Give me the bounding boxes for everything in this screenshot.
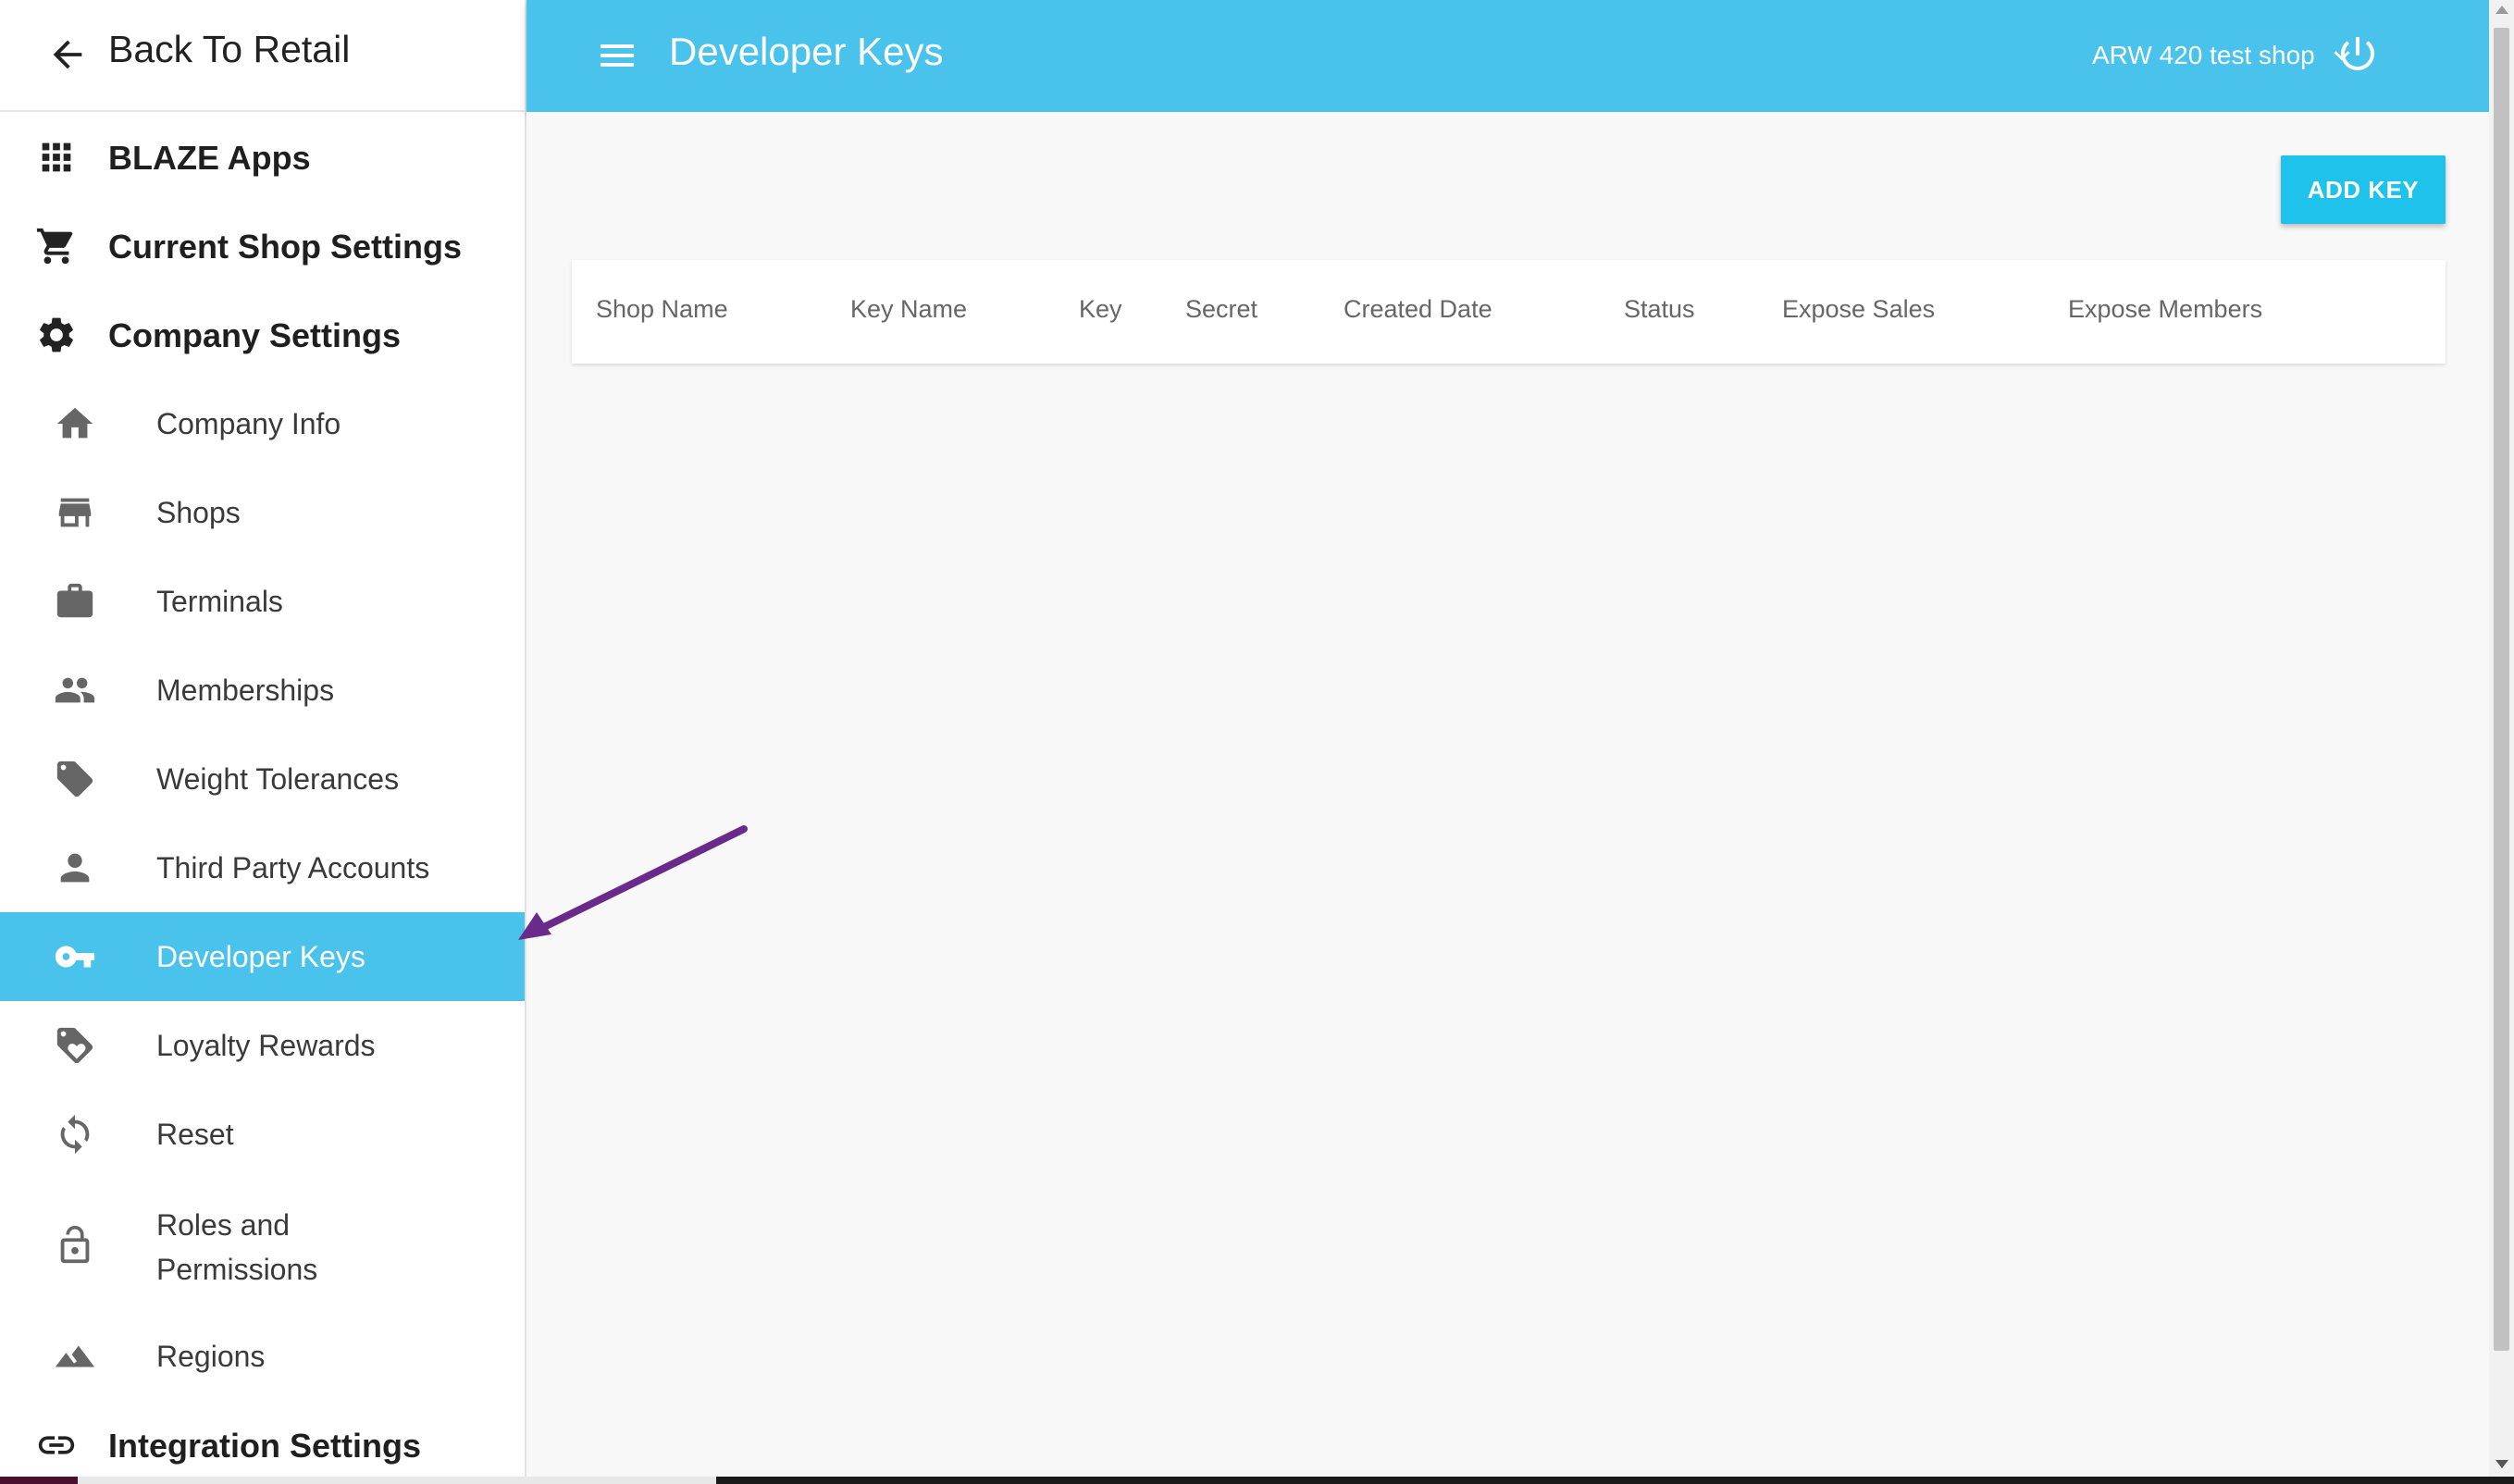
- roles-label-line1: Roles and: [156, 1208, 291, 1242]
- sidebar-item-company-info[interactable]: Company Info: [0, 394, 525, 453]
- scroll-down-arrow-icon[interactable]: [2495, 1460, 2508, 1468]
- app-root: Back To Retail BLAZE Apps Current Shop S…: [0, 0, 2514, 1484]
- column-header-expose-members[interactable]: Expose Members: [2068, 295, 2262, 324]
- scroll-thumb[interactable]: [2494, 28, 2509, 1351]
- sidebar-item-developer-keys[interactable]: Developer Keys: [0, 912, 525, 1001]
- sidebar-item-current-shop-settings[interactable]: Current Shop Settings: [0, 216, 525, 276]
- horizontal-scroll-thumb[interactable]: [78, 1477, 716, 1484]
- sidebar-item-label: Loyalty Rewards: [156, 1029, 376, 1062]
- people-icon: [54, 669, 96, 711]
- roles-label-line2: Permissions: [156, 1253, 318, 1286]
- column-header-key-name[interactable]: Key Name: [850, 295, 967, 324]
- sidebar-item-company-settings[interactable]: Company Settings: [0, 305, 525, 365]
- tag-icon: [54, 758, 96, 800]
- sidebar-item-label: Regions: [156, 1340, 266, 1373]
- hamburger-menu-icon[interactable]: [595, 33, 639, 78]
- sidebar-item-label: Company Settings: [108, 316, 402, 354]
- column-header-shop-name[interactable]: Shop Name: [596, 295, 728, 324]
- sidebar-item-label: Shops: [156, 496, 241, 529]
- key-icon: [54, 935, 96, 978]
- sidebar-item-regions[interactable]: Regions: [0, 1327, 525, 1386]
- gear-icon: [35, 314, 78, 356]
- sidebar-item-label: BLAZE Apps: [108, 139, 311, 177]
- sidebar-item-label: Reset: [156, 1118, 234, 1151]
- link-icon: [35, 1424, 78, 1466]
- developer-keys-table: Shop Name Key Name Key Secret Created Da…: [572, 260, 2446, 364]
- sidebar-item-label: Terminals: [156, 585, 283, 618]
- sidebar-item-integration-settings[interactable]: Integration Settings: [0, 1416, 525, 1475]
- add-key-button[interactable]: ADD KEY: [2281, 155, 2446, 224]
- sidebar-item-label: Third Party Accounts: [156, 851, 430, 884]
- back-to-retail-link[interactable]: Back To Retail: [0, 0, 525, 112]
- column-header-created-date[interactable]: Created Date: [1344, 295, 1492, 324]
- column-header-key[interactable]: Key: [1079, 295, 1122, 324]
- arrow-left-icon: [46, 33, 89, 76]
- sidebar: Back To Retail BLAZE Apps Current Shop S…: [0, 0, 526, 1477]
- vertical-scrollbar[interactable]: [2489, 0, 2514, 1477]
- shop-selector-dropdown[interactable]: ARW 420 test shop: [2092, 33, 2358, 78]
- cart-icon: [35, 225, 78, 267]
- sidebar-item-label-multiline: Roles and Permissions: [156, 1203, 317, 1292]
- top-app-bar: Developer Keys ARW 420 test shop: [526, 0, 2489, 112]
- sidebar-item-third-party-accounts[interactable]: Third Party Accounts: [0, 838, 525, 897]
- refresh-icon: [54, 1113, 96, 1156]
- column-header-secret[interactable]: Secret: [1185, 295, 1257, 324]
- page-title: Developer Keys: [669, 30, 944, 73]
- sidebar-item-memberships[interactable]: Memberships: [0, 661, 525, 720]
- column-header-status[interactable]: Status: [1624, 295, 1695, 324]
- sidebar-item-terminals[interactable]: Terminals: [0, 572, 525, 631]
- sidebar-item-label: Developer Keys: [156, 940, 365, 973]
- sidebar-item-loyalty-rewards[interactable]: Loyalty Rewards: [0, 1016, 525, 1075]
- bottom-edge-strip: [0, 1477, 2514, 1484]
- sidebar-item-label: Weight Tolerances: [156, 762, 400, 796]
- shop-selector-label: ARW 420 test shop: [2092, 41, 2315, 69]
- loyalty-icon: [54, 1024, 96, 1067]
- briefcase-icon: [54, 580, 96, 623]
- sidebar-item-label: Memberships: [156, 674, 335, 707]
- lock-icon: [54, 1224, 96, 1267]
- column-header-expose-sales[interactable]: Expose Sales: [1782, 295, 1935, 324]
- store-icon: [54, 491, 96, 534]
- sidebar-item-label: Integration Settings: [108, 1427, 422, 1465]
- apps-grid-icon: [35, 136, 78, 179]
- terrain-icon: [54, 1335, 96, 1378]
- bottom-strip-segment: [0, 1477, 78, 1484]
- sidebar-item-weight-tolerances[interactable]: Weight Tolerances: [0, 749, 525, 809]
- sidebar-item-blaze-apps[interactable]: BLAZE Apps: [0, 128, 525, 187]
- sidebar-item-label: Company Info: [156, 407, 341, 440]
- sidebar-item-reset[interactable]: Reset: [0, 1105, 525, 1164]
- person-icon: [54, 847, 96, 889]
- scroll-up-arrow-icon[interactable]: [2495, 6, 2508, 14]
- power-logout-icon[interactable]: [2335, 31, 2380, 76]
- sidebar-item-label: Current Shop Settings: [108, 228, 463, 266]
- main-content: ADD KEY Shop Name Key Name Key Secret Cr…: [526, 112, 2489, 1477]
- home-icon: [54, 402, 96, 445]
- sidebar-item-shops[interactable]: Shops: [0, 483, 525, 542]
- back-to-retail-label: Back To Retail: [108, 28, 351, 70]
- sidebar-item-roles-and-permissions[interactable]: Roles and Permissions: [0, 1193, 525, 1297]
